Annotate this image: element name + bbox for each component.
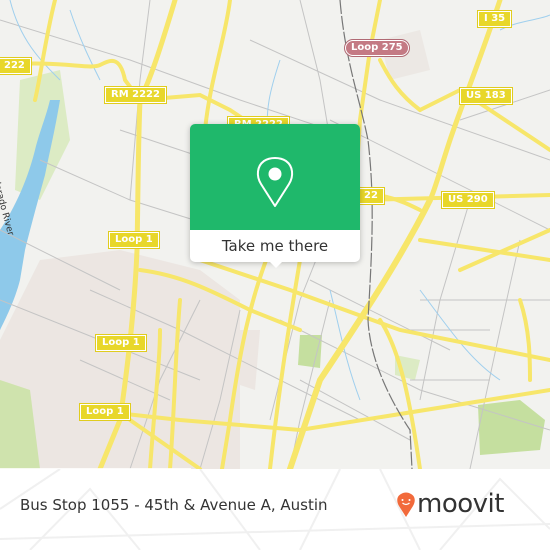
road-shield-rm2222: 22	[357, 187, 385, 205]
footer: Bus Stop 1055 - 45th & Avenue A, Austin …	[0, 469, 550, 550]
stop-name: Bus Stop 1055 - 45th & Avenue A, Austin	[20, 496, 328, 514]
urban-area	[0, 250, 240, 469]
popup-tail	[268, 260, 284, 268]
road-shield-loop1: Loop 1	[95, 334, 147, 352]
location-popup: Take me there	[190, 124, 360, 268]
moovit-wordmark: moovit	[417, 489, 504, 519]
popup-header	[190, 124, 360, 230]
road-shield-i35: I 35	[476, 10, 513, 28]
moovit-smiley-pin-icon	[397, 492, 415, 517]
road-shield-us183: US 183	[459, 87, 513, 105]
road-shield-rm2222: RM 2222	[104, 86, 167, 104]
road-shield-loop1: Loop 1	[79, 403, 131, 421]
map[interactable]: 222 RM 2222 RM 2222 22 Loop 275 I 35 US …	[0, 0, 550, 469]
park	[298, 335, 322, 368]
take-me-there-button[interactable]: Take me there	[190, 230, 360, 262]
road-shield-loop1: Loop 1	[108, 231, 160, 249]
road-shield-us290: US 290	[441, 191, 495, 209]
park	[478, 400, 545, 455]
map-pin-icon	[256, 157, 294, 207]
road-shield-rm2222: 222	[0, 57, 32, 75]
road-shield-loop275: Loop 275	[344, 39, 410, 57]
